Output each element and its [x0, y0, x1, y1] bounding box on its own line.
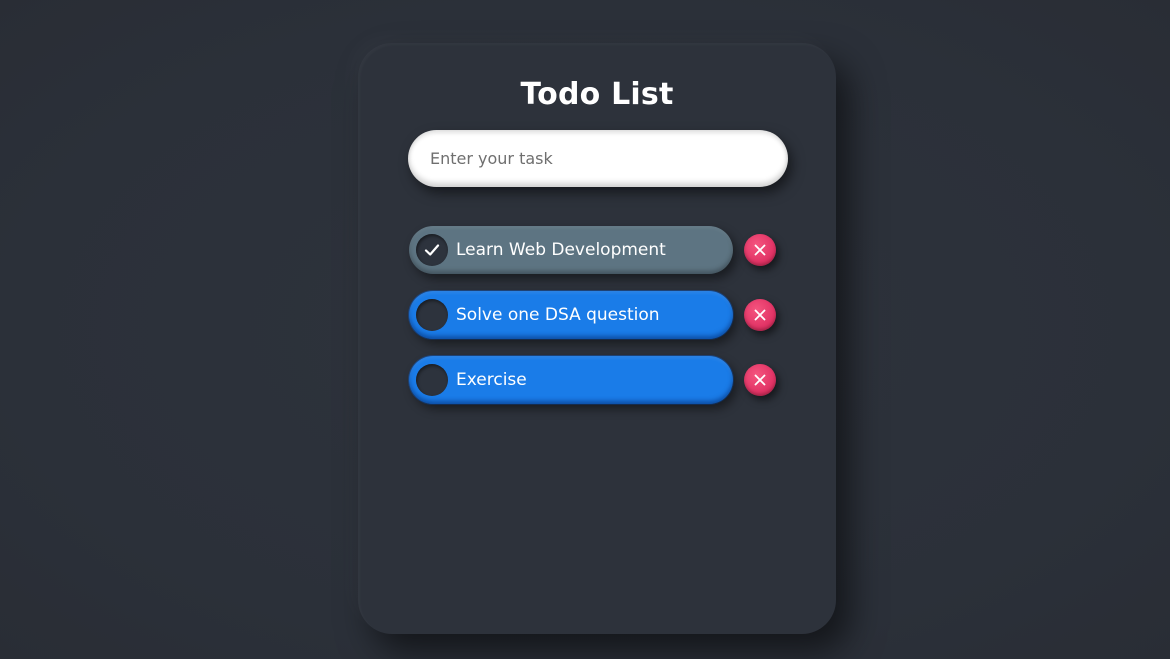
task-label: Learn Web Development [456, 240, 666, 260]
task-input[interactable] [408, 130, 788, 187]
task-item: Learn Web Development [408, 226, 788, 274]
task-item: Solve one DSA question [408, 291, 788, 339]
task-item-toggle[interactable]: Exercise [409, 356, 733, 404]
task-input-wrapper [408, 130, 788, 187]
task-label: Solve one DSA question [456, 305, 660, 325]
delete-task-button[interactable] [744, 234, 776, 266]
close-icon [754, 244, 766, 256]
task-item-toggle[interactable]: Learn Web Development [409, 226, 733, 274]
checkbox-checked[interactable] [416, 234, 448, 266]
task-item: Exercise [408, 356, 788, 404]
todo-card: Todo List Learn Web Development [358, 43, 836, 634]
delete-task-button[interactable] [744, 364, 776, 396]
task-list: Learn Web Development Solve one DSA ques… [408, 226, 788, 421]
check-icon [424, 244, 440, 256]
page-background: Todo List Learn Web Development [0, 0, 1170, 659]
checkbox-unchecked[interactable] [416, 299, 448, 331]
page-title: Todo List [520, 77, 674, 112]
delete-task-button[interactable] [744, 299, 776, 331]
task-label: Exercise [456, 370, 527, 390]
close-icon [754, 374, 766, 386]
task-item-toggle[interactable]: Solve one DSA question [409, 291, 733, 339]
checkbox-unchecked[interactable] [416, 364, 448, 396]
close-icon [754, 309, 766, 321]
